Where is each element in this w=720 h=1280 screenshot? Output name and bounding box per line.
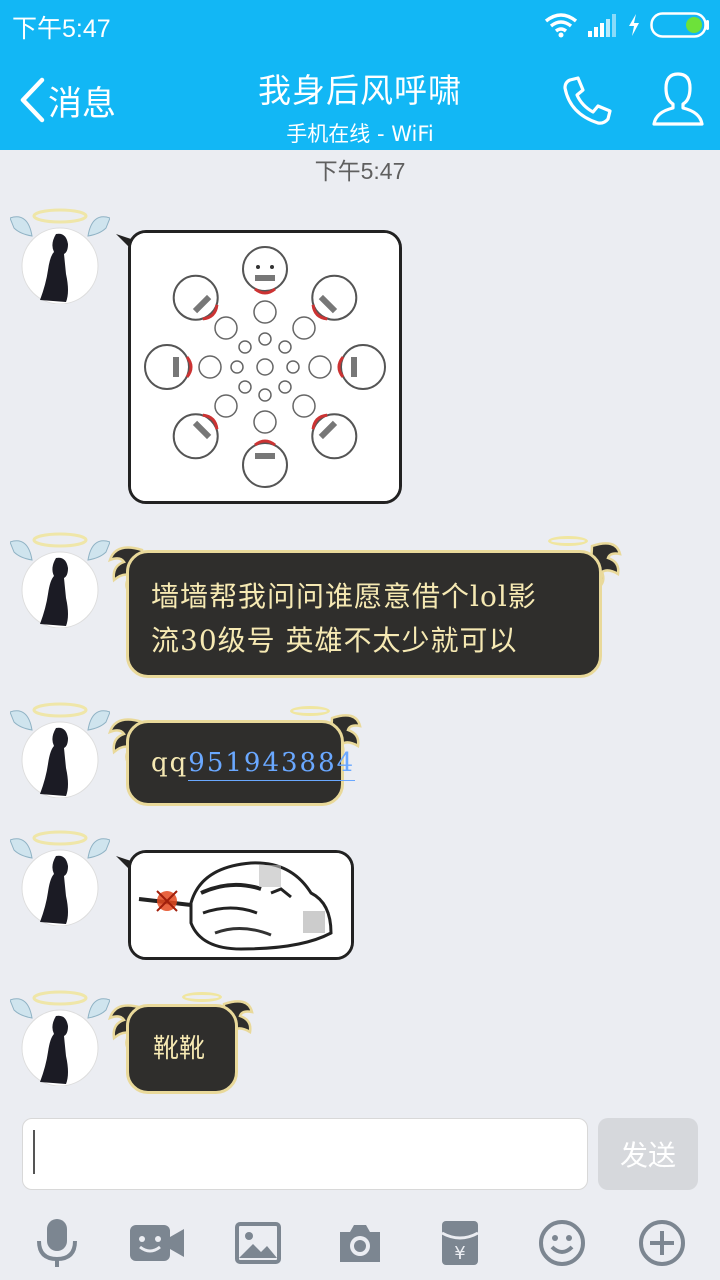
online-status: 手机在线 - WiFi [286,122,434,146]
sticker-image-icon [131,233,399,501]
input-toolbar: ¥ [0,1205,720,1280]
avatar[interactable] [10,698,110,798]
halo-ornament [548,536,588,546]
charging-icon [629,14,639,36]
signal-icon [588,14,616,37]
message-row: 墙墙帮我问问谁愿意借个lol影 流30级号 英雄不太少就可以 [0,520,720,690]
avatar[interactable] [10,826,110,926]
message-text: 靴靴 [153,1034,206,1064]
message-timestamp: 下午5:47 [314,158,406,184]
composer: 发送 [0,1110,720,1200]
mic-icon[interactable] [27,1213,87,1273]
send-button[interactable]: 发送 [598,1118,698,1190]
avatar[interactable] [10,204,110,304]
text-caret [33,1130,35,1174]
avatar[interactable] [10,528,110,628]
back-button[interactable]: 消息 [18,76,116,124]
camera-icon[interactable] [330,1213,390,1273]
phone-icon[interactable] [560,74,614,128]
qq-prefix: qq [151,748,189,778]
avatar[interactable] [10,986,110,1086]
message-text-line: 流30级号 英雄不太少就可以 [151,624,518,657]
message-text-line: 墙墙帮我问问谁愿意借个lol影 [151,580,537,613]
meme-image-icon [131,853,351,957]
page-title: 我身后风呼啸 [258,71,462,110]
emoji-icon[interactable] [532,1213,592,1273]
message-row [0,200,720,510]
message-row: 靴靴 [0,982,720,1100]
status-icons [544,10,710,40]
text-bubble[interactable]: 墙墙帮我问问谁愿意借个lol影 流30级号 英雄不太少就可以 [126,550,602,678]
text-bubble[interactable]: qq951943884 [126,720,356,806]
plus-icon[interactable] [632,1213,692,1273]
red-packet-icon[interactable]: ¥ [430,1213,490,1273]
image-bubble[interactable] [128,230,402,504]
message-row [0,822,720,972]
chevron-left-icon [20,77,45,123]
status-time: 下午5:47 [12,15,111,43]
text-bubble[interactable]: 靴靴 [126,1004,238,1094]
back-label: 消息 [48,83,116,124]
message-row: qq951943884 [0,692,720,812]
profile-icon[interactable] [650,70,706,130]
halo-ornament [182,992,222,1002]
image-bubble[interactable] [128,850,354,960]
svg-text:¥: ¥ [454,1243,465,1264]
image-icon[interactable] [228,1213,288,1273]
status-bar: 下午5:47 [0,0,720,50]
video-icon[interactable] [127,1213,187,1273]
battery-icon [650,12,709,38]
halo-ornament [290,706,330,716]
wifi-icon [544,13,578,38]
qq-number-link[interactable]: 951943884 [188,748,356,781]
title-block: 我身后风呼啸 手机在线 - WiFi [160,64,560,148]
message-input[interactable] [22,1118,588,1190]
chat-header: 消息 我身后风呼啸 手机在线 - WiFi [0,50,720,150]
